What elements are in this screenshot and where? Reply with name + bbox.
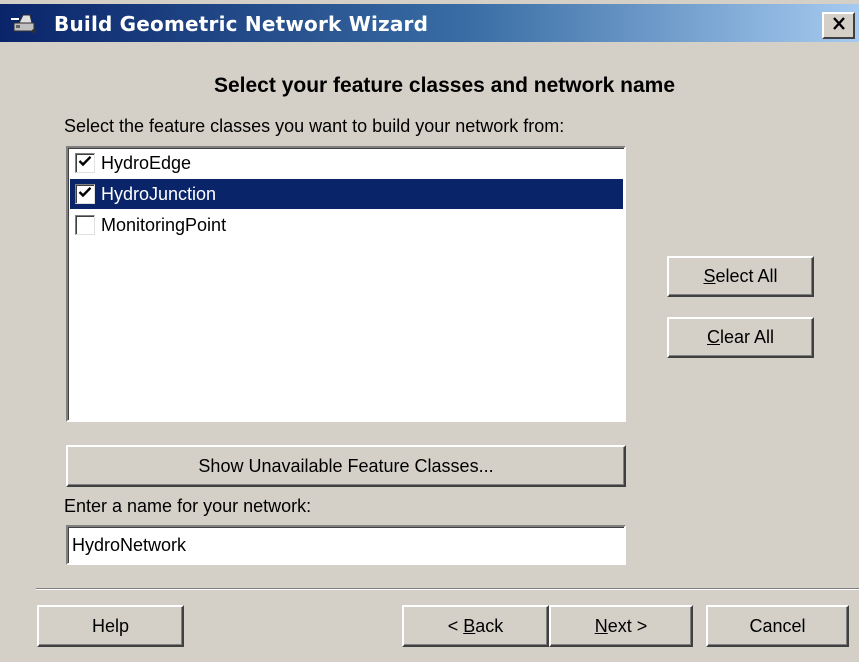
checkmark-icon: [78, 185, 92, 203]
list-item-label: HydroEdge: [101, 152, 192, 173]
list-item-monitoringpoint[interactable]: MonitoringPoint: [70, 210, 623, 240]
checkbox-hydrojunction[interactable]: [75, 184, 95, 204]
window-title: Build Geometric Network Wizard: [54, 12, 429, 36]
checkbox-monitoringpoint[interactable]: [75, 215, 95, 235]
back-button[interactable]: < Back: [402, 605, 549, 647]
help-label: Help: [91, 615, 130, 636]
checkbox-hydroedge[interactable]: [75, 153, 95, 173]
page-heading: Select your feature classes and network …: [213, 74, 676, 97]
footer-divider: [36, 588, 859, 590]
list-item-label: HydroJunction: [101, 183, 217, 204]
show-unavailable-label: Show Unavailable Feature Classes...: [198, 455, 494, 476]
show-unavailable-button[interactable]: Show Unavailable Feature Classes...: [66, 445, 626, 487]
select-all-button[interactable]: Select All: [667, 256, 814, 297]
wizard-window: Build Geometric Network Wizard Select yo…: [0, 0, 859, 662]
back-label: < Back: [447, 615, 504, 636]
close-icon: [832, 16, 846, 35]
help-button[interactable]: Help: [37, 605, 184, 647]
next-button[interactable]: Next >: [549, 605, 693, 647]
title-bar[interactable]: Build Geometric Network Wizard: [0, 4, 859, 42]
cancel-label: Cancel: [749, 615, 806, 636]
clear-all-button[interactable]: Clear All: [667, 317, 814, 358]
feature-classes-instructions: Select the feature classes you want to b…: [64, 116, 565, 136]
network-name-input[interactable]: [66, 525, 626, 565]
close-button[interactable]: [822, 12, 855, 39]
list-item-label: MonitoringPoint: [101, 214, 227, 235]
list-item-hydroedge[interactable]: HydroEdge: [70, 148, 623, 178]
cancel-button[interactable]: Cancel: [706, 605, 849, 647]
feature-classes-listbox[interactable]: HydroEdge HydroJunction MonitoringPoint: [66, 146, 626, 422]
next-label: Next >: [594, 615, 648, 636]
select-all-label: Select All: [703, 266, 778, 286]
checkmark-icon: [78, 154, 92, 172]
clear-all-label: Clear All: [706, 327, 775, 347]
list-item-hydrojunction[interactable]: HydroJunction: [70, 179, 623, 209]
network-name-label: Enter a name for your network:: [64, 496, 312, 516]
network-wizard-icon: [10, 11, 40, 35]
